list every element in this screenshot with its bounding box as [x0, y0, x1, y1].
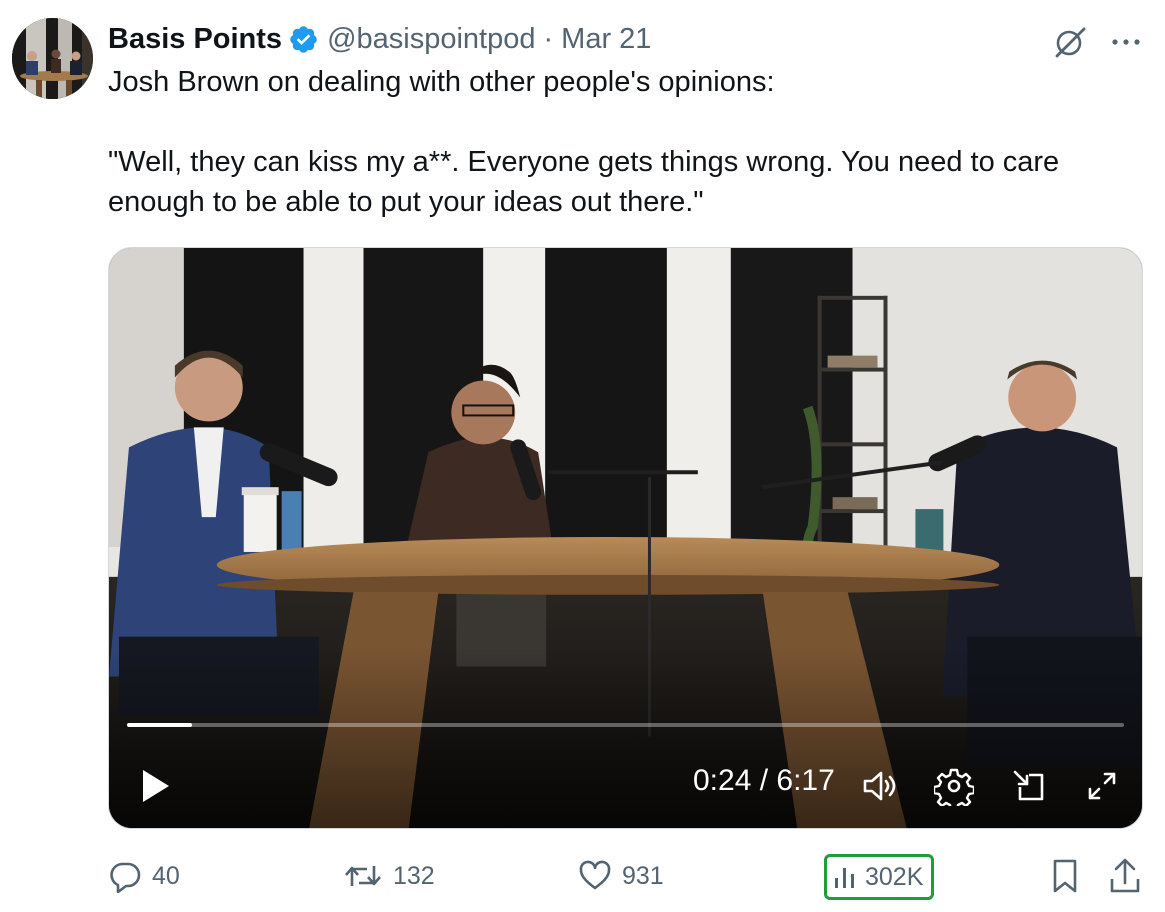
- fullscreen-icon[interactable]: [1082, 766, 1122, 806]
- like-button[interactable]: 931: [578, 852, 664, 900]
- like-icon: [578, 859, 612, 893]
- video-progress-bar[interactable]: [127, 723, 1124, 727]
- tweet-date[interactable]: Mar 21: [561, 23, 651, 56]
- author-avatar[interactable]: [12, 18, 93, 99]
- play-icon[interactable]: [139, 766, 173, 806]
- header-separator: ·: [543, 22, 554, 55]
- video-frame: [109, 248, 1142, 828]
- repost-icon: [343, 859, 383, 893]
- reply-icon: [108, 859, 142, 893]
- grok-icon[interactable]: [1052, 24, 1088, 60]
- like-count: 931: [622, 861, 664, 890]
- repost-count: 132: [393, 861, 435, 890]
- reply-button[interactable]: 40: [108, 852, 180, 900]
- settings-icon[interactable]: [934, 766, 974, 806]
- author-display-name[interactable]: Basis Points: [108, 23, 282, 56]
- more-options-icon[interactable]: [1108, 24, 1144, 60]
- tweet-text: Josh Brown on dealing with other people'…: [108, 62, 1128, 222]
- verified-badge-icon: [288, 24, 319, 55]
- tweet-actions: 40 132 931 302K: [0, 852, 1165, 902]
- tweet-header: Basis Points @basispointpod · Mar 21: [108, 20, 651, 58]
- reply-count: 40: [152, 861, 180, 890]
- video-player[interactable]: 0:24 / 6:17: [108, 247, 1143, 829]
- volume-icon[interactable]: [859, 766, 899, 806]
- views-icon: [833, 860, 859, 894]
- author-handle[interactable]: @basispointpod: [327, 23, 535, 56]
- tweet-text-quote: "Well, they can kiss my a**. Everyone ge…: [108, 146, 1060, 218]
- repost-button[interactable]: 132: [343, 852, 435, 900]
- pip-icon[interactable]: [1009, 766, 1049, 806]
- video-progress-fill: [127, 723, 192, 727]
- tweet-text-line-1: Josh Brown on dealing with other people'…: [108, 66, 775, 98]
- views-button[interactable]: 302K: [824, 854, 935, 900]
- views-count: 302K: [865, 862, 924, 891]
- avatar-image: [12, 18, 93, 99]
- video-time-display: 0:24 / 6:17: [693, 764, 835, 797]
- bookmark-icon[interactable]: [1048, 857, 1082, 895]
- share-icon[interactable]: [1108, 857, 1142, 895]
